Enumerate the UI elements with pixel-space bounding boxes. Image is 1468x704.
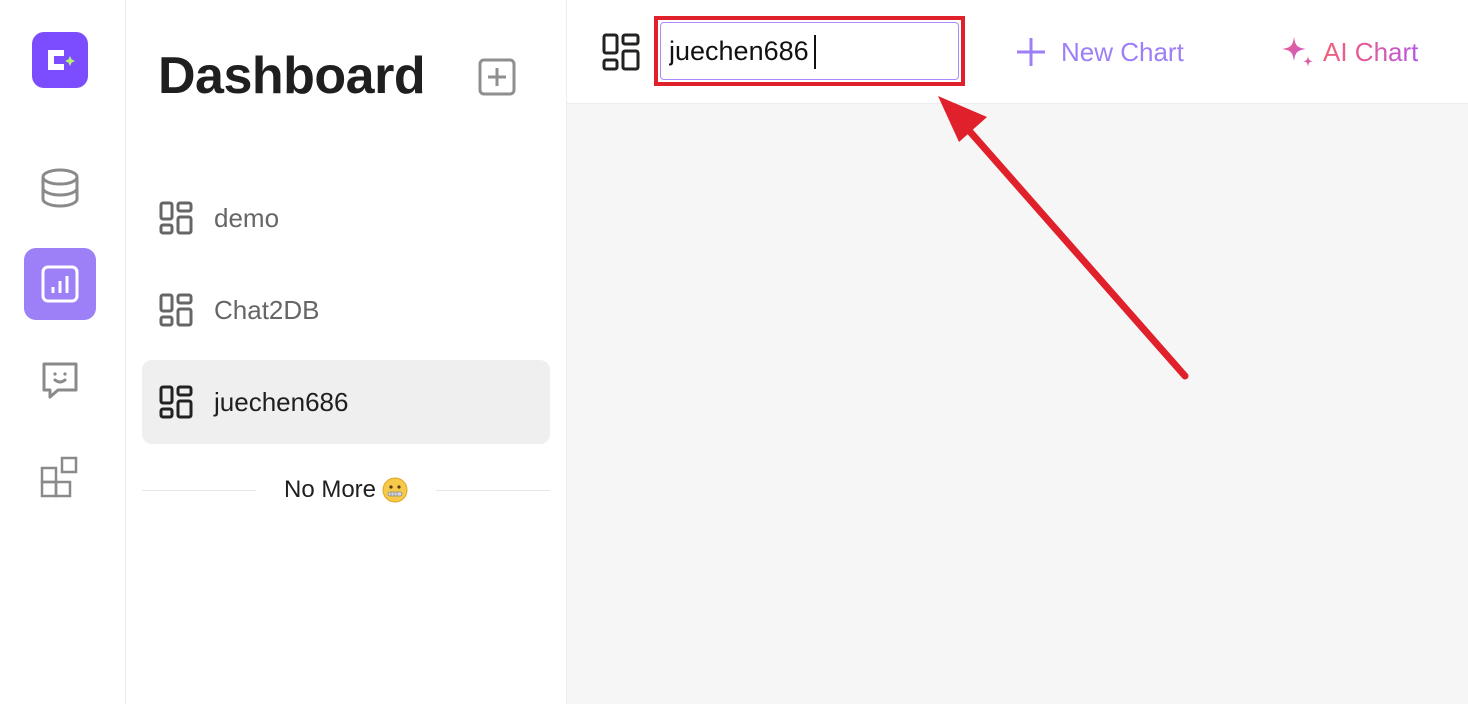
new-chart-button[interactable]: New Chart xyxy=(1015,30,1184,74)
dashboard-layout-icon xyxy=(159,293,193,327)
plus-square-icon xyxy=(478,58,516,96)
dashboard-item-chat2db[interactable]: Chat2DB xyxy=(142,268,550,352)
dashboard-item-label: Chat2DB xyxy=(214,294,320,325)
chat-bubble-icon xyxy=(42,362,78,399)
bar-chart-icon xyxy=(41,265,79,303)
dashboard-layout-icon xyxy=(159,385,193,419)
dashboard-layout-icon xyxy=(159,201,193,235)
ai-chart-button[interactable]: AI Chart xyxy=(1279,30,1418,74)
no-more-text: No More xyxy=(283,476,377,503)
dashboard-list-panel: Dashboard demo Chat2DB juechen686 No Mor… xyxy=(126,0,567,704)
main-content: New Chart AI Chart xyxy=(567,0,1468,704)
dashboard-item-label: demo xyxy=(214,202,280,233)
rail-plugins-button[interactable] xyxy=(24,440,96,512)
dashboard-item-label: juechen686 xyxy=(214,386,349,417)
puzzle-blocks-icon xyxy=(40,456,78,498)
add-dashboard-button[interactable] xyxy=(478,58,516,96)
dashboard-toolbar: New Chart AI Chart xyxy=(567,0,1468,104)
database-icon xyxy=(41,168,79,208)
rail-dashboard-button[interactable] xyxy=(24,248,96,320)
highlight-box xyxy=(654,16,965,86)
app-window: Dashboard demo Chat2DB juechen686 No Mor… xyxy=(0,0,1468,704)
dashboard-item-juechen686[interactable]: juechen686 xyxy=(142,360,550,444)
sparkle-icon xyxy=(1282,37,1313,67)
rail-database-button[interactable] xyxy=(24,152,96,224)
new-chart-label: New Chart xyxy=(1061,36,1184,67)
dashboard-item-demo[interactable]: demo xyxy=(142,176,550,260)
ai-chart-label: AI Chart xyxy=(1323,36,1419,67)
chat2db-logo-icon[interactable] xyxy=(32,32,88,88)
plus-icon xyxy=(1017,38,1045,66)
page-title: Dashboard xyxy=(158,47,426,105)
list-end-divider: No More xyxy=(142,472,550,508)
annotation-arrow xyxy=(938,96,1189,380)
rail-chat-button[interactable] xyxy=(24,344,96,416)
divider-line xyxy=(142,489,256,491)
text-cursor xyxy=(814,35,816,69)
divider-line xyxy=(436,489,550,491)
zipper-mouth-face-emoji xyxy=(382,477,408,503)
dashboard-layout-icon xyxy=(602,33,640,71)
icon-rail xyxy=(0,0,126,704)
dashboard-name-input[interactable] xyxy=(660,22,959,80)
